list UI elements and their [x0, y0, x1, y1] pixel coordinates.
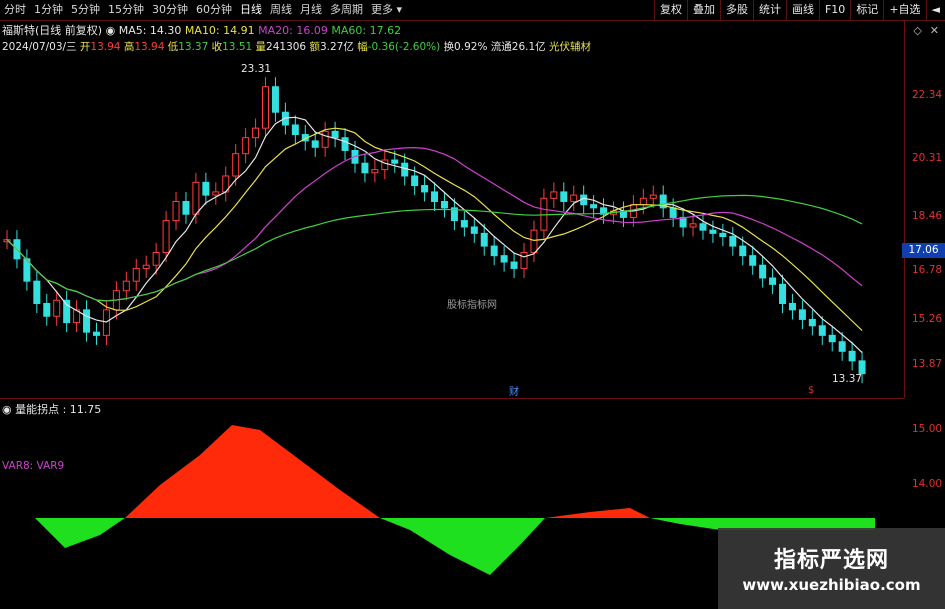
indicator-positive-area	[125, 425, 380, 518]
axis-label-1: 22.34	[912, 89, 943, 101]
candle-body	[331, 130, 339, 139]
candle-body	[818, 325, 826, 336]
candle-body	[341, 137, 349, 151]
candle-body	[132, 267, 140, 282]
dividend-marker[interactable]: $	[808, 385, 814, 396]
candle-body	[848, 350, 856, 362]
candle-body	[739, 245, 747, 257]
candle-body	[212, 191, 220, 196]
low-marker: 13.37	[832, 373, 863, 385]
axis-label-3: 18.46	[912, 210, 943, 222]
candle-body	[262, 86, 270, 129]
axis-label-6: 13.87	[912, 358, 943, 370]
candle-body	[788, 302, 796, 311]
candle-body	[202, 181, 210, 196]
candle-body	[63, 299, 71, 324]
candle-body	[490, 245, 498, 257]
candle-body	[729, 236, 737, 247]
candle-body	[500, 255, 508, 263]
high-marker: 23.31	[241, 63, 272, 75]
mid-watermark: 股标指标网	[447, 300, 497, 311]
candle-body	[142, 264, 150, 269]
candle-body	[699, 223, 707, 231]
candle-body	[560, 191, 568, 202]
indicator-positive-area-2	[545, 508, 650, 518]
candle-body	[391, 159, 399, 164]
candle-body	[460, 220, 468, 228]
candle-body	[530, 229, 538, 253]
candle-body	[361, 162, 369, 174]
indicator-negative-area-2	[380, 518, 545, 575]
candle-body	[669, 207, 677, 218]
candle-body	[649, 194, 657, 199]
price-axis	[904, 20, 945, 398]
candle-body	[639, 197, 647, 206]
candle-body	[719, 232, 727, 238]
candle-body	[53, 299, 61, 317]
candle-body	[510, 261, 518, 269]
candle-body	[709, 229, 717, 234]
candle-body	[291, 124, 299, 136]
candle-body	[431, 191, 439, 202]
candle-body	[480, 232, 488, 247]
candle-body	[679, 216, 687, 228]
candle-body	[192, 181, 200, 215]
candle-body	[550, 191, 558, 199]
candle-body	[470, 226, 478, 234]
ma10-line	[6, 127, 863, 332]
candle-body	[411, 175, 419, 187]
candle-body	[401, 162, 409, 177]
candle-body	[83, 309, 91, 333]
candle-body	[520, 251, 528, 269]
candle-body	[828, 334, 836, 343]
candle-body	[311, 140, 319, 148]
candle-body	[271, 86, 279, 113]
candle-body	[381, 159, 389, 171]
candle-body	[182, 200, 190, 215]
candle-body	[371, 169, 379, 174]
ma5-line	[6, 116, 863, 354]
candle-body	[172, 200, 180, 222]
candle-body	[570, 194, 578, 202]
axis-label-5: 15.26	[912, 313, 943, 325]
candle-body	[759, 264, 767, 279]
candle-body	[440, 200, 448, 209]
candle-body	[33, 280, 41, 304]
candle-body	[122, 280, 130, 292]
current-price-tag: 17.06	[902, 243, 945, 258]
ind-axis-label-2: 14.00	[912, 478, 943, 490]
indicator-vars: VAR8: VAR9	[2, 460, 65, 472]
candle-body	[689, 223, 697, 228]
brand-url: www.xuezhibiao.com	[742, 576, 921, 594]
ind-axis-label-1: 15.00	[912, 423, 943, 435]
candle-body	[162, 220, 170, 253]
brand-watermark: 指标严选网 www.xuezhibiao.com	[718, 528, 945, 609]
candle-body	[838, 341, 846, 352]
candle-body	[421, 185, 429, 193]
indicator-title-text: 量能拐点 : 11.75	[15, 403, 102, 416]
indicator-negative-area	[35, 518, 125, 548]
candle-body	[808, 318, 816, 327]
candle-body	[590, 204, 598, 209]
brand-name: 指标严选网	[773, 548, 889, 573]
candle-body	[749, 255, 757, 266]
finance-marker[interactable]: 财	[509, 383, 519, 398]
candle-body	[242, 137, 250, 155]
ma60-line	[6, 194, 863, 302]
candle-body	[152, 251, 160, 266]
candle-body	[858, 360, 866, 375]
indicator-title: ◉ 量能拐点 : 11.75	[2, 401, 101, 417]
candle-body	[92, 331, 100, 336]
axis-label-2: 20.31	[912, 152, 943, 164]
candle-body	[43, 302, 51, 317]
candle-body	[252, 127, 260, 139]
candle-body	[779, 283, 787, 304]
candle-body	[798, 309, 806, 320]
candle-body	[321, 130, 329, 148]
candle-body	[232, 153, 240, 177]
candle-body	[769, 277, 777, 285]
panel-divider	[0, 398, 904, 399]
indicator-toggle-icon[interactable]: ◉	[2, 403, 12, 416]
axis-label-4: 16.78	[912, 264, 943, 276]
